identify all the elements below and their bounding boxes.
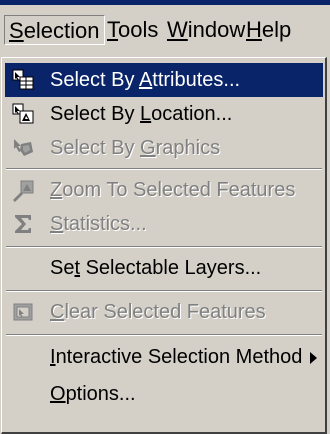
select-by-graphics-icon	[11, 136, 35, 160]
submenu-arrow-icon	[310, 352, 317, 364]
menu-tools[interactable]: Tools	[103, 15, 162, 45]
menu-separator	[6, 246, 322, 248]
menu-item-statistics[interactable]: Statistics...	[5, 207, 323, 241]
menu-item-select-by-location[interactable]: Select By Location...	[5, 97, 323, 131]
menu-separator	[6, 334, 322, 336]
select-by-location-icon	[11, 102, 35, 126]
selection-dropdown-menu: Select By Attributes... Select By Locati…	[1, 57, 327, 434]
menu-separator	[6, 168, 322, 170]
zoom-to-selected-icon	[11, 178, 35, 202]
clear-selection-icon	[11, 300, 35, 324]
menu-item-select-by-attributes[interactable]: Select By Attributes...	[5, 63, 323, 97]
menu-item-set-selectable-layers[interactable]: Set Selectable Layers...	[5, 251, 323, 285]
menu-help[interactable]: Help	[242, 15, 295, 45]
select-by-attributes-icon	[11, 68, 35, 92]
sigma-icon	[11, 212, 35, 236]
menu-selection[interactable]: Selection	[4, 15, 105, 45]
menu-item-options[interactable]: Options...	[5, 377, 323, 411]
menu-item-clear-selected-features[interactable]: Clear Selected Features	[5, 295, 323, 329]
menu-separator	[6, 290, 322, 292]
menu-window[interactable]: Window	[163, 15, 249, 45]
menu-item-select-by-graphics[interactable]: Select By Graphics	[5, 131, 323, 165]
menu-item-interactive-selection-method[interactable]: Interactive Selection Method	[5, 340, 323, 374]
menu-bar: Selection Tools Window Help	[0, 5, 330, 57]
menu-item-zoom-to-selected[interactable]: Zoom To Selected Features	[5, 173, 323, 207]
